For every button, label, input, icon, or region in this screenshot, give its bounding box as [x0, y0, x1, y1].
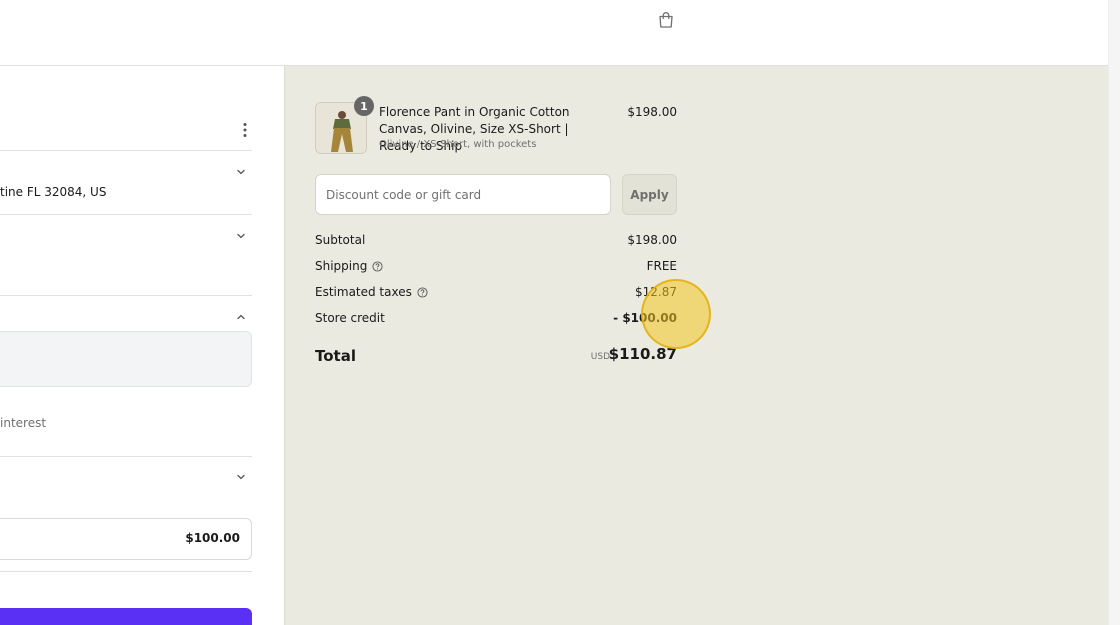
discount-code-input[interactable] — [315, 174, 611, 215]
store-credit-row: Store credit - $100.00 — [315, 311, 677, 329]
checkout-header — [0, 0, 1108, 66]
total-label: Total — [315, 347, 356, 365]
shipping-label-group: Shipping — [315, 259, 383, 273]
shipping-value: FREE — [646, 259, 677, 273]
order-summary-panel: 1 Florence Pant in Organic Cotton Canvas… — [284, 66, 1108, 625]
chevron-up-icon[interactable] — [235, 311, 247, 323]
taxes-row: Estimated taxes $12.87 — [315, 285, 677, 303]
help-circle-icon[interactable] — [417, 286, 428, 298]
page-scrollbar[interactable] — [1108, 0, 1120, 625]
payment-method-option[interactable] — [0, 331, 252, 387]
total-currency: USD — [590, 352, 610, 362]
subtotal-value: $198.00 — [627, 233, 677, 247]
section-divider — [0, 150, 252, 151]
shopping-bag-icon[interactable] — [656, 10, 676, 30]
taxes-label-group: Estimated taxes — [315, 285, 428, 299]
chevron-down-icon[interactable] — [235, 471, 247, 483]
product-variant: Olivine / XS-Short, with pockets — [379, 139, 537, 150]
product-price: $198.00 — [627, 105, 677, 119]
store-credit-label: Store credit — [315, 311, 385, 325]
installments-info-text: interest — [0, 416, 47, 430]
shipping-label: Shipping — [315, 259, 368, 273]
store-credit-value: - $100.00 — [613, 311, 677, 325]
subtotal-row: Subtotal $198.00 — [315, 233, 677, 251]
shipping-row: Shipping FREE — [315, 259, 677, 277]
chevron-down-icon[interactable] — [235, 166, 247, 178]
store-credit-amount: $100.00 — [185, 531, 240, 545]
section-divider — [0, 295, 252, 296]
help-circle-icon[interactable] — [372, 260, 383, 272]
total-row: Total USD $110.87 — [315, 345, 677, 369]
shipping-address-summary: tine FL 32084, US — [0, 185, 107, 199]
section-divider — [0, 456, 252, 457]
checkout-form-panel: tine FL 32084, US interest $100.00 — [0, 66, 284, 625]
section-divider — [0, 571, 252, 572]
total-value: $110.87 — [608, 345, 677, 363]
pay-now-button[interactable] — [0, 608, 252, 625]
taxes-value: $12.87 — [635, 285, 677, 299]
subtotal-label: Subtotal — [315, 233, 366, 247]
quantity-badge: 1 — [354, 96, 374, 116]
taxes-label: Estimated taxes — [315, 285, 412, 299]
apply-discount-button[interactable]: Apply — [622, 174, 677, 215]
more-options-icon[interactable] — [238, 122, 252, 138]
section-divider — [0, 214, 252, 215]
store-credit-field[interactable]: $100.00 — [0, 518, 252, 560]
chevron-down-icon[interactable] — [235, 230, 247, 242]
